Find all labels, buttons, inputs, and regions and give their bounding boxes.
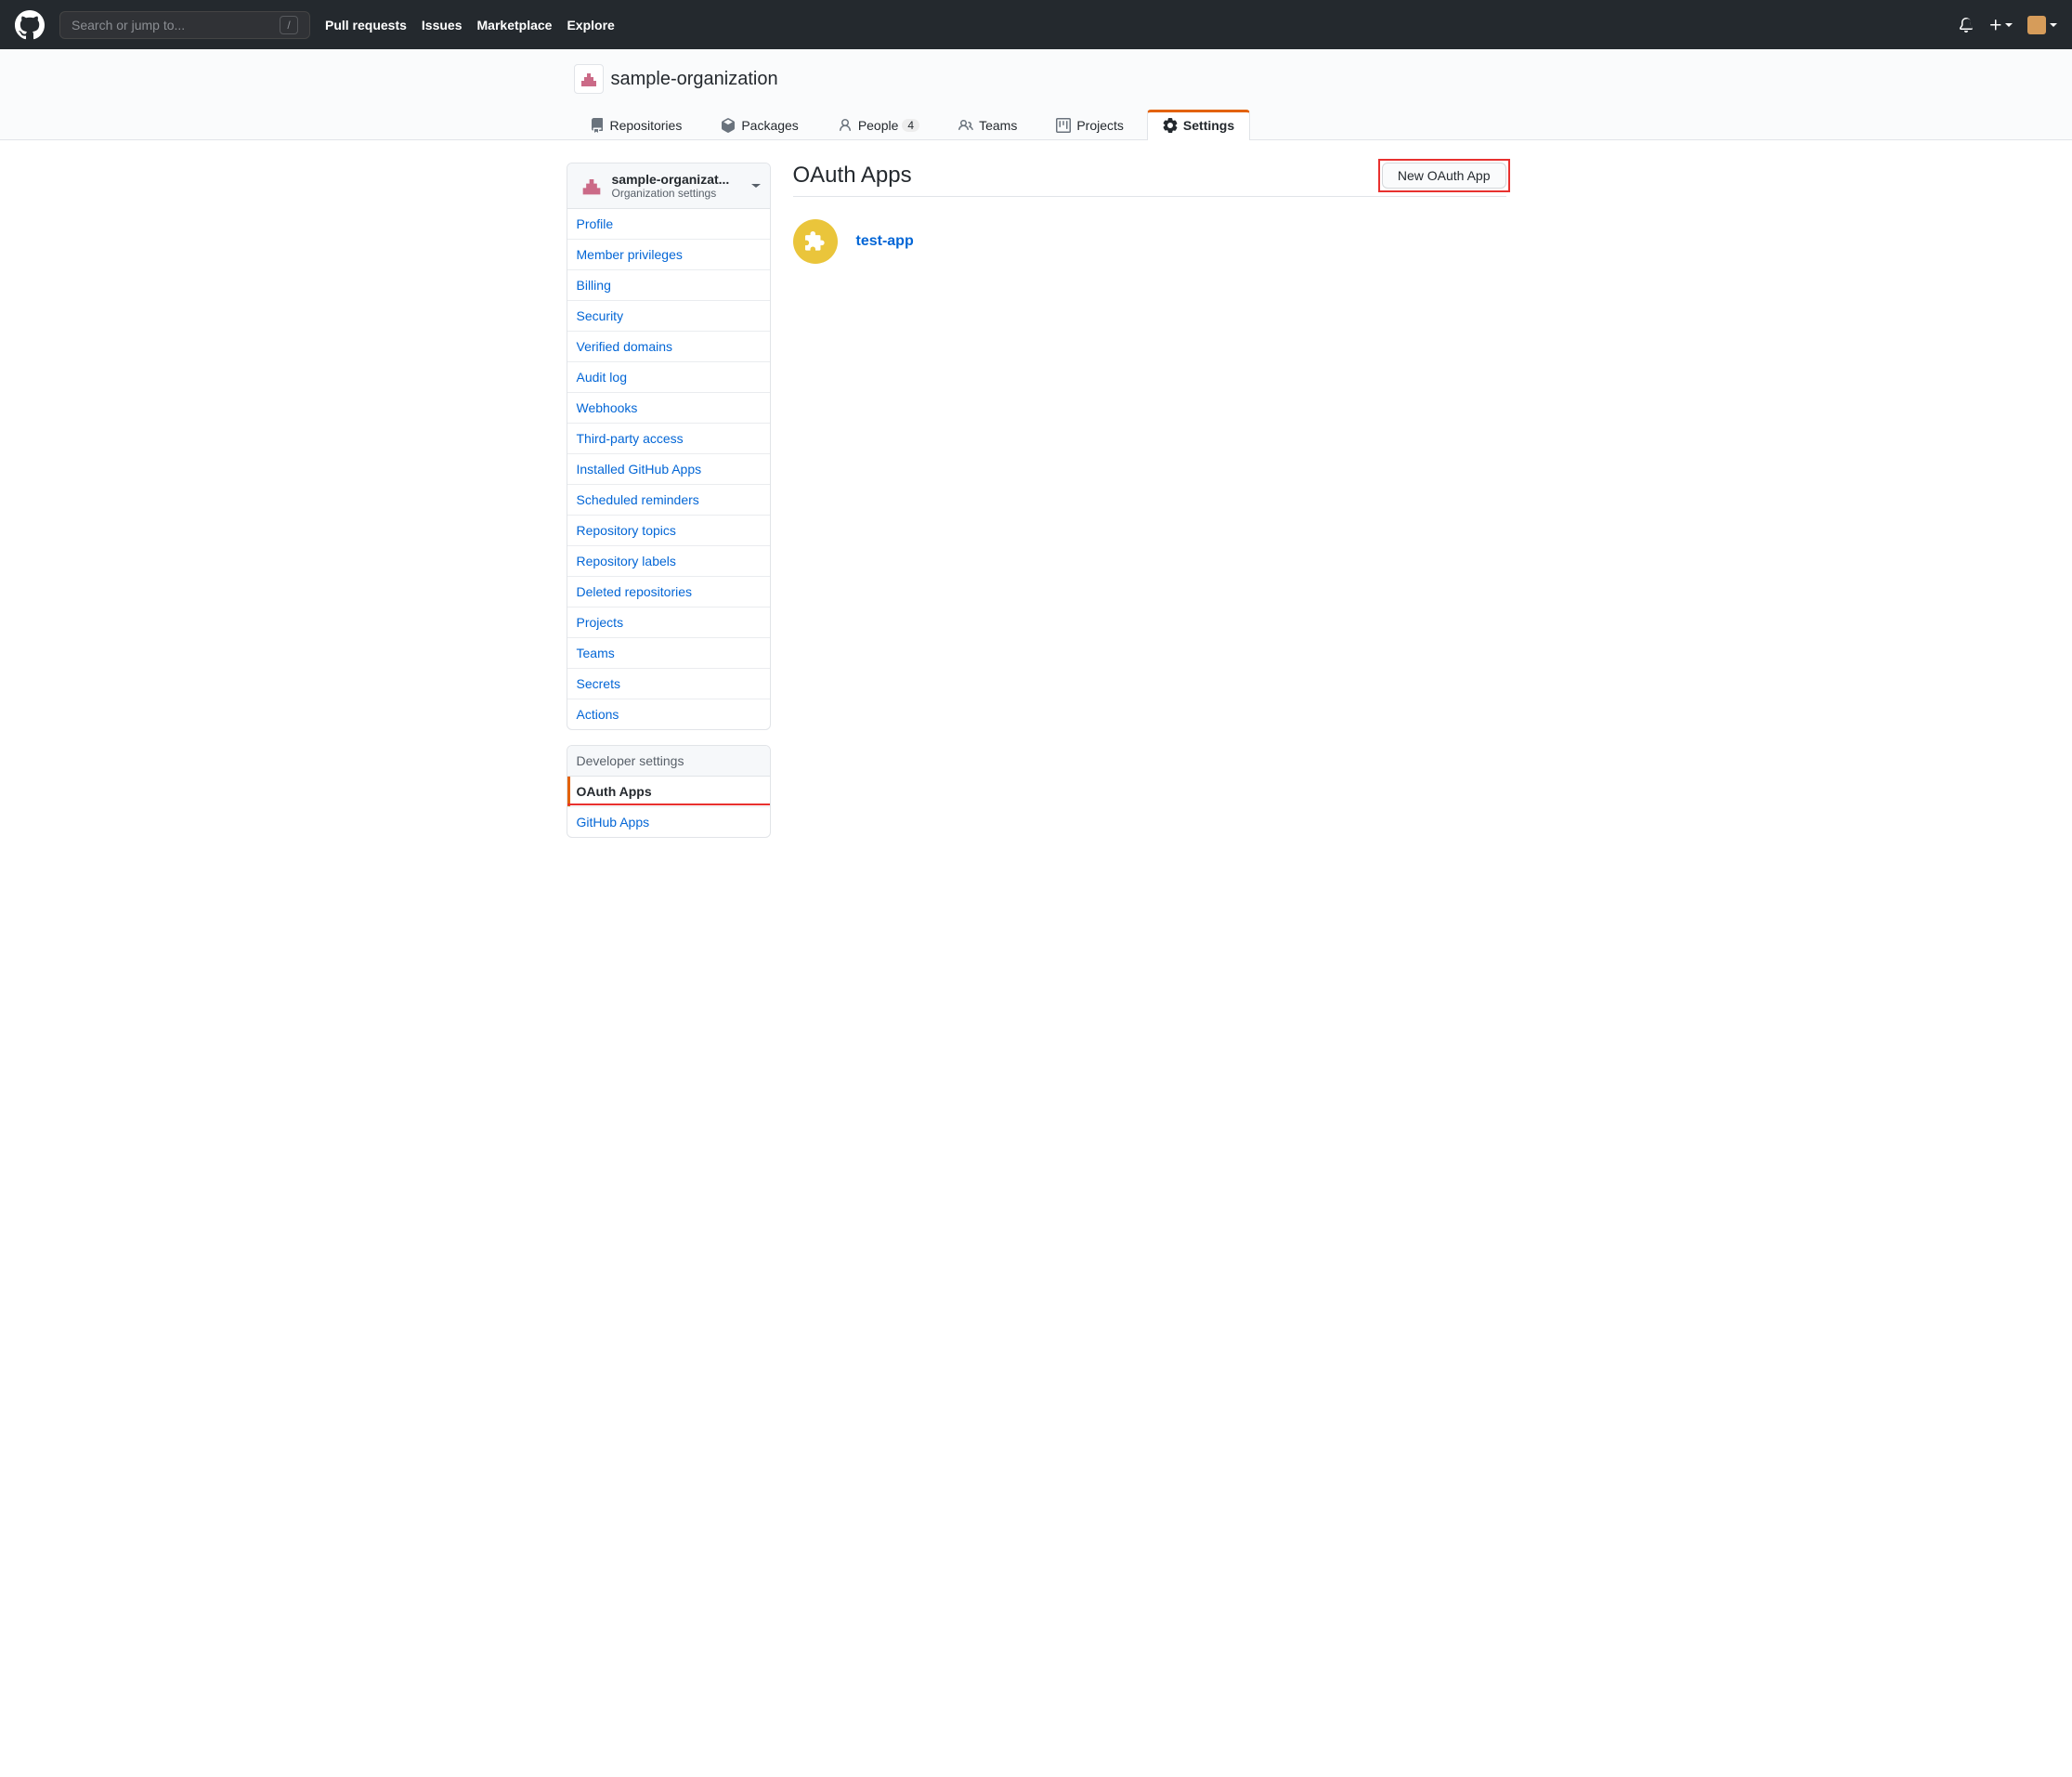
tab-label: Repositories [610,118,683,133]
context-subtitle: Organization settings [612,187,751,200]
header-nav: Pull requests Issues Marketplace Explore [325,18,615,33]
person-icon [838,118,853,133]
nav-explore[interactable]: Explore [567,18,614,33]
sidebar-primary-items: ProfileMember privilegesBillingSecurityV… [567,209,770,729]
nav-issues[interactable]: Issues [422,18,463,33]
developer-settings-menu: Developer settings OAuth Apps GitHub App… [567,745,771,838]
tab-settings[interactable]: Settings [1147,110,1250,140]
gear-icon [1163,118,1178,133]
org-name: sample-organization [611,69,778,90]
tab-label: Settings [1183,118,1234,133]
org-avatar [574,64,604,94]
sidebar-item-oauth-apps[interactable]: OAuth Apps [567,777,770,807]
puzzle-icon [805,231,826,252]
create-dropdown[interactable] [1988,18,2013,33]
user-menu[interactable] [2027,16,2057,34]
tab-label: People [858,118,899,133]
search-input[interactable] [72,18,280,33]
developer-settings-heading: Developer settings [567,746,770,777]
sidebar-item-webhooks[interactable]: Webhooks [567,393,770,424]
nav-marketplace[interactable]: Marketplace [477,18,553,33]
settings-sidebar: sample-organizat... Organization setting… [567,163,771,853]
sidebar-item-teams[interactable]: Teams [567,638,770,669]
tab-label: Packages [741,118,798,133]
repo-icon [590,118,605,133]
sidebar-item-billing[interactable]: Billing [567,270,770,301]
context-title: sample-organizat... [612,172,751,187]
sidebar-item-github-apps[interactable]: GitHub Apps [567,807,770,837]
sidebar-item-repository-topics[interactable]: Repository topics [567,516,770,546]
package-icon [721,118,736,133]
org-context-switcher[interactable]: sample-organizat... Organization setting… [567,163,770,209]
notifications-icon[interactable] [1959,18,1974,33]
tab-packages[interactable]: Packages [705,110,814,140]
tab-repositories[interactable]: Repositories [574,110,698,140]
tab-label: Teams [979,118,1017,133]
search-box[interactable]: / [59,11,310,39]
sidebar-item-third-party-access[interactable]: Third-party access [567,424,770,454]
new-oauth-app-button[interactable]: New OAuth App [1382,163,1506,189]
nav-pull-requests[interactable]: Pull requests [325,18,407,33]
page-title: OAuth Apps [793,163,912,189]
avatar [2027,16,2046,34]
tab-projects[interactable]: Projects [1040,110,1140,140]
oauth-app-item: test-app [793,212,1506,271]
app-name-link[interactable]: test-app [856,233,914,250]
slash-key-icon: / [280,16,298,34]
sidebar-item-scheduled-reminders[interactable]: Scheduled reminders [567,485,770,516]
org-header: sample-organization Repositories Package… [0,49,2072,140]
app-icon [793,219,838,264]
sidebar-item-verified-domains[interactable]: Verified domains [567,332,770,362]
sidebar-item-repository-labels[interactable]: Repository labels [567,546,770,577]
org-avatar-small [577,171,606,201]
tab-people[interactable]: People 4 [822,110,935,140]
chevron-down-icon [751,178,761,193]
sidebar-item-secrets[interactable]: Secrets [567,669,770,699]
project-icon [1056,118,1071,133]
people-count-badge: 4 [902,119,919,132]
sidebar-item-projects[interactable]: Projects [567,608,770,638]
sidebar-item-profile[interactable]: Profile [567,209,770,240]
tab-teams[interactable]: Teams [943,110,1033,140]
global-header: / Pull requests Issues Marketplace Explo… [0,0,2072,49]
github-logo[interactable] [15,10,45,40]
people-icon [958,118,973,133]
tab-label: Projects [1076,118,1124,133]
sidebar-item-actions[interactable]: Actions [567,699,770,729]
sidebar-item-deleted-repositories[interactable]: Deleted repositories [567,577,770,608]
sidebar-item-installed-github-apps[interactable]: Installed GitHub Apps [567,454,770,485]
sidebar-item-audit-log[interactable]: Audit log [567,362,770,393]
org-tabs: Repositories Packages People 4 Teams Pro… [567,109,1506,139]
sidebar-item-member-privileges[interactable]: Member privileges [567,240,770,270]
sidebar-item-security[interactable]: Security [567,301,770,332]
